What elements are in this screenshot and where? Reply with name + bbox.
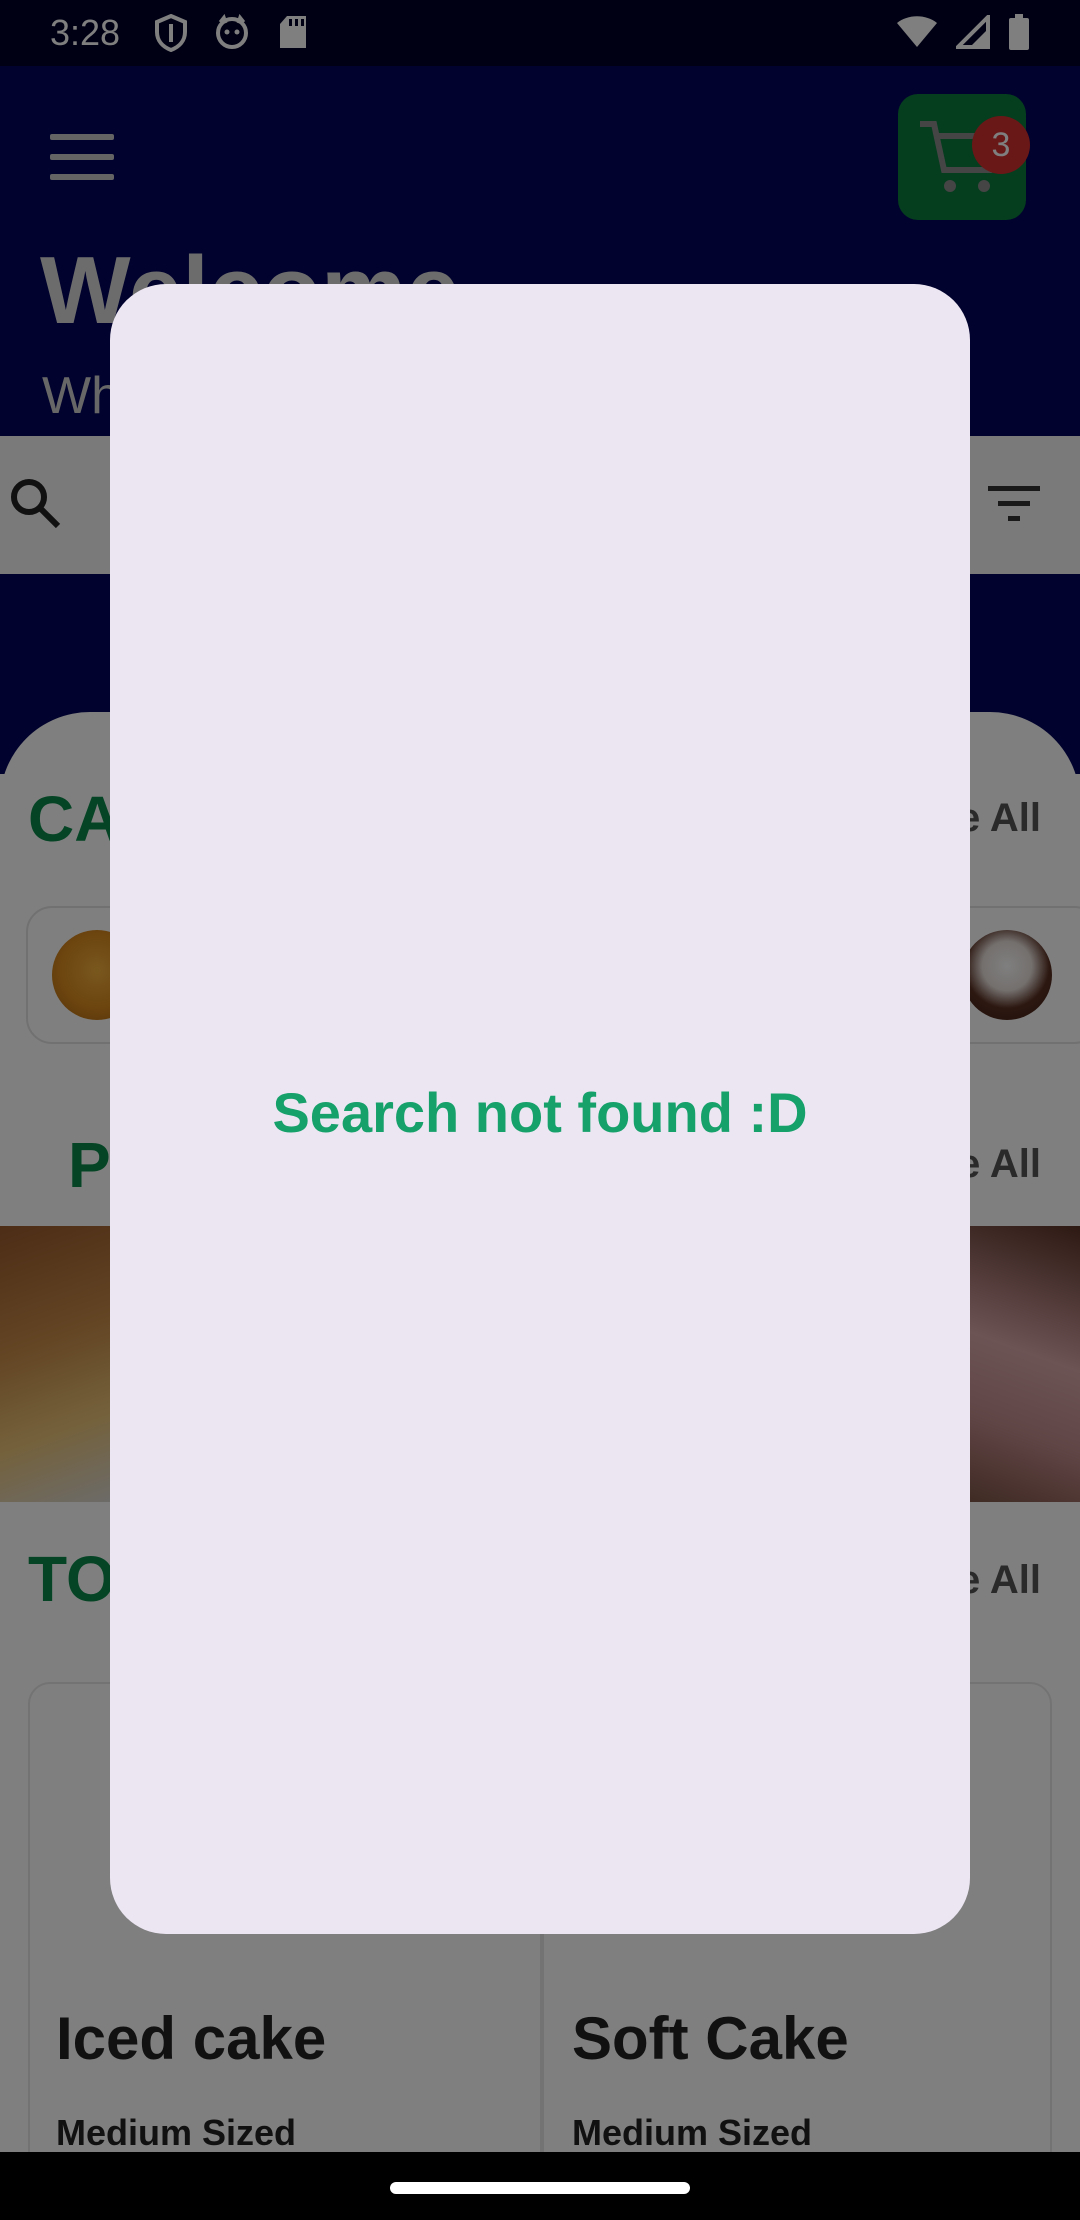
navigation-bar xyxy=(0,2152,1080,2220)
app-screen: 3:28 xyxy=(0,0,1080,2220)
dialog-message: Search not found :D xyxy=(272,1081,808,1144)
search-not-found-dialog: Search not found :D xyxy=(110,284,970,1934)
home-handle[interactable] xyxy=(390,2182,690,2194)
